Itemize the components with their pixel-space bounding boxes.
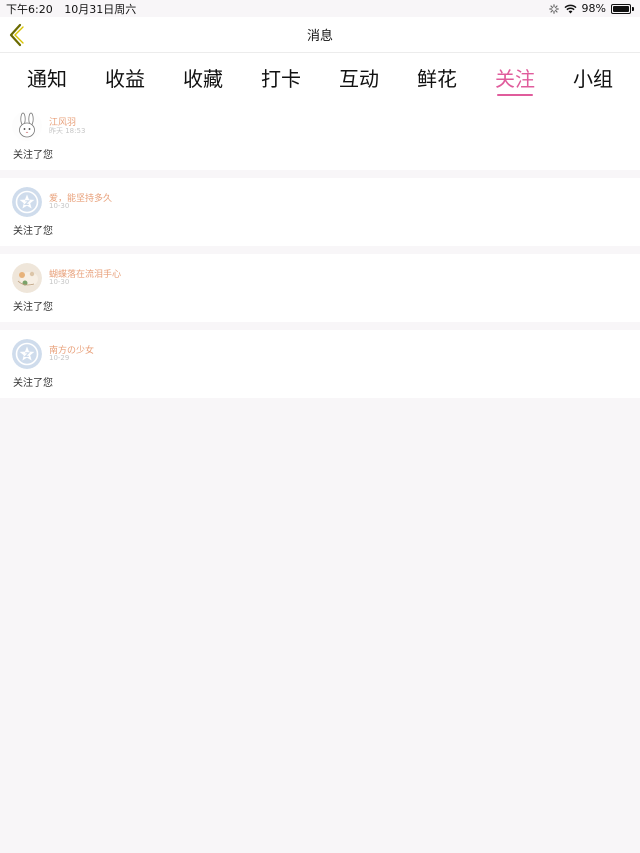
message-text: 关注了您	[13, 302, 53, 313]
message-text: 关注了您	[13, 226, 53, 237]
tab-label: 收藏	[183, 67, 223, 91]
tab-favorites[interactable]: 收藏	[164, 53, 242, 102]
tab-flowers[interactable]: 鲜花	[398, 53, 476, 102]
wifi-icon	[564, 4, 577, 13]
tab-notifications[interactable]: 通知	[8, 53, 86, 102]
message-text: 关注了您	[13, 150, 53, 161]
page-title: 消息	[306, 29, 333, 44]
tab-interactions[interactable]: 互动	[320, 53, 398, 102]
tab-label: 收益	[105, 67, 145, 91]
status-bar: 下午6:20 10月31日周六 98%	[0, 0, 640, 17]
photo-avatar-icon	[12, 263, 42, 293]
status-time: 下午6:20	[6, 2, 53, 16]
activity-spinner-icon	[548, 3, 559, 14]
tab-checkin[interactable]: 打卡	[242, 53, 320, 102]
list-item[interactable]: 南方の少女 10-29 关注了您	[0, 330, 640, 398]
status-right: 98%	[548, 2, 634, 15]
default-star-avatar-icon	[12, 339, 42, 369]
back-button[interactable]	[6, 23, 28, 47]
tab-label: 关注	[495, 67, 535, 91]
avatar[interactable]	[12, 263, 42, 293]
list-item[interactable]: 爱，能坚持多久 10-30 关注了您	[0, 178, 640, 246]
list-item[interactable]: 江风羽 昨天 18:53 关注了您	[0, 102, 640, 170]
status-left: 下午6:20 10月31日周六	[6, 1, 144, 17]
battery-percent: 98%	[581, 2, 606, 15]
tab-bar: 通知 收益 收藏 打卡 互动 鲜花 关注 小组	[0, 53, 640, 102]
status-date: 10月31日周六	[64, 2, 137, 16]
chevron-left-icon	[9, 23, 24, 47]
tab-label: 鲜花	[417, 67, 457, 91]
tab-label: 小组	[573, 67, 613, 91]
nav-bar: 消息	[0, 17, 640, 53]
avatar[interactable]	[12, 187, 42, 217]
timestamp: 10-29	[49, 354, 70, 362]
follow-list: 江风羽 昨天 18:53 关注了您 爱，能坚持多久 10-30 关注了您 蝴蝶落…	[0, 102, 640, 398]
timestamp: 10-30	[49, 278, 70, 286]
timestamp: 昨天 18:53	[49, 127, 86, 135]
battery-icon	[611, 3, 634, 14]
timestamp: 10-30	[49, 202, 70, 210]
avatar[interactable]	[12, 111, 42, 141]
tab-label: 打卡	[261, 67, 301, 91]
message-text: 关注了您	[13, 378, 53, 389]
tab-follows[interactable]: 关注	[476, 53, 554, 102]
default-star-avatar-icon	[12, 187, 42, 217]
list-item[interactable]: 蝴蝶落在流泪手心 10-30 关注了您	[0, 254, 640, 322]
rabbit-avatar-icon	[12, 111, 42, 141]
tab-label: 通知	[27, 67, 67, 91]
avatar[interactable]	[12, 339, 42, 369]
active-tab-indicator	[497, 94, 533, 96]
tab-label: 互动	[339, 67, 379, 91]
tab-earnings[interactable]: 收益	[86, 53, 164, 102]
tab-groups[interactable]: 小组	[554, 53, 632, 102]
